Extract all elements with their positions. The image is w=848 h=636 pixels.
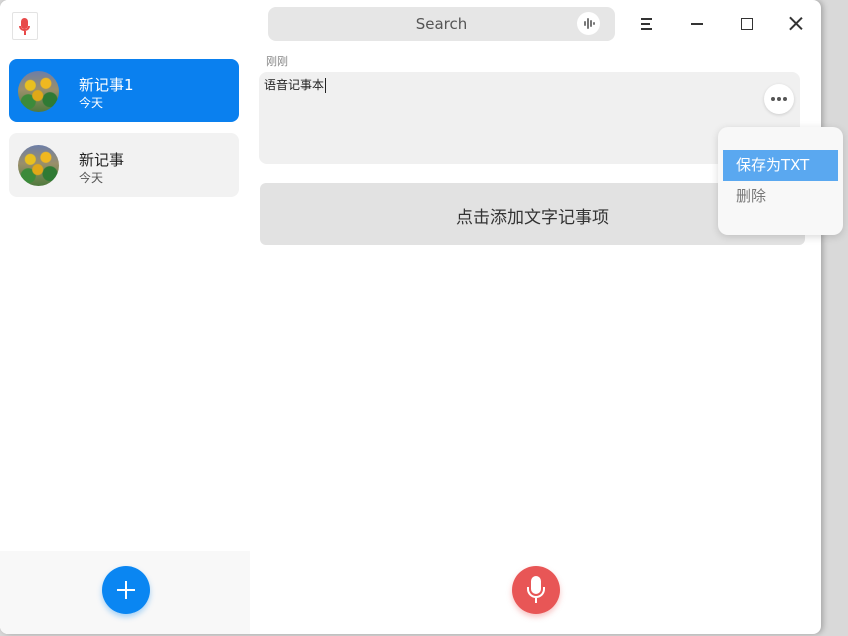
search-placeholder: Search xyxy=(415,15,468,33)
note-date: 今天 xyxy=(79,96,104,110)
app-logo-icon xyxy=(12,12,38,40)
note-date: 今天 xyxy=(79,171,104,185)
menu-icon[interactable] xyxy=(637,14,657,34)
context-menu: 保存为TXT 删除 xyxy=(718,127,843,235)
maximize-icon[interactable] xyxy=(737,14,757,34)
note-thumbnail xyxy=(18,71,59,112)
note-text[interactable]: 语音记事本 xyxy=(264,78,327,93)
add-note-button[interactable] xyxy=(102,566,150,614)
record-voice-button[interactable] xyxy=(512,566,560,614)
app-window: 新记事1 今天 新记事 今天 Search 刚刚 语音记事本 点击添加文字记事项 xyxy=(0,0,821,634)
voice-search-icon[interactable] xyxy=(577,12,600,35)
menu-item-delete[interactable]: 删除 xyxy=(723,181,838,212)
search-box[interactable]: Search xyxy=(268,7,615,41)
minimize-icon[interactable] xyxy=(688,14,708,34)
close-icon[interactable] xyxy=(786,14,806,34)
note-thumbnail xyxy=(18,145,59,186)
menu-item-save-txt[interactable]: 保存为TXT xyxy=(723,150,838,181)
more-options-button[interactable] xyxy=(764,84,794,114)
note-list-item-1[interactable]: 新记事1 今天 xyxy=(9,59,239,122)
note-timestamp: 刚刚 xyxy=(266,55,288,68)
note-list-item-2[interactable]: 新记事 今天 xyxy=(9,133,239,197)
sidebar: 新记事1 今天 新记事 今天 xyxy=(0,0,250,634)
note-title: 新记事 xyxy=(79,151,125,169)
note-title: 新记事1 xyxy=(79,76,134,94)
